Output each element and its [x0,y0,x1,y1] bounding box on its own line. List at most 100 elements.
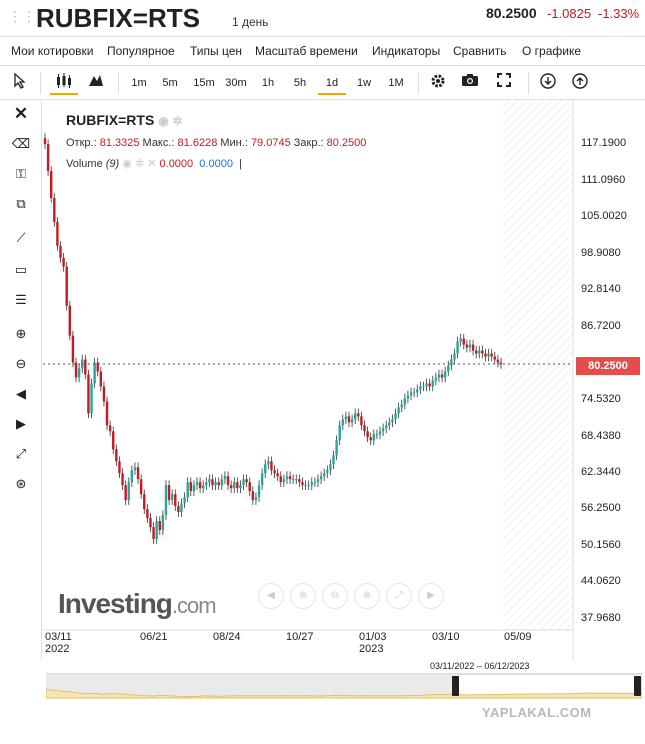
candle-body [285,476,289,480]
menu-about-chart[interactable]: О графике [522,44,581,58]
navigator[interactable] [45,670,643,702]
gear-icon[interactable] [428,73,448,95]
interval-5m[interactable]: 5m [158,73,182,95]
fibonacci-icon[interactable]: ☰ [10,290,32,310]
candlestick-type-icon[interactable] [50,73,78,95]
candle-body [462,338,465,345]
chart-menu-bar: Мои котировки Популярное Типы цен Масшта… [0,36,645,66]
interval-1M[interactable]: 1M [384,73,408,95]
candle-body [391,419,394,423]
candle-body [84,359,87,375]
candle-body [223,476,227,480]
interval-1w[interactable]: 1w [352,73,376,95]
zoom-in-icon[interactable]: ⊕ [290,583,316,609]
candle-body [357,413,360,417]
scroll-right-icon[interactable]: ▶ [10,414,32,434]
interval-15m[interactable]: 15m [190,73,218,95]
candle-body [366,431,369,438]
interval-30m[interactable]: 30m [222,73,250,95]
candle-body [264,464,267,474]
candle-body [372,434,376,441]
candle-body [487,353,490,357]
candle-body [456,341,459,354]
candle-body [347,416,351,423]
eye-icon[interactable]: ◉ [122,158,132,170]
scroll-right-icon[interactable]: ▶ [418,583,444,609]
candle-body [484,353,487,357]
candle-body [453,353,456,360]
chart-area[interactable] [43,100,645,660]
candle-body [422,386,425,388]
gear-icon[interactable]: ✲ [173,114,183,128]
candle-body [409,392,413,396]
menu-compare[interactable]: Сравнить [453,44,506,58]
candle-body [468,344,472,348]
zoom-in-icon[interactable]: ⊕ [10,324,32,344]
candle-body [270,461,273,471]
trendline-icon[interactable]: ⟋ [10,228,32,248]
interval-5h[interactable]: 5h [288,73,312,95]
candle-body [59,245,62,258]
zoom-to-fit-icon[interactable]: ⤢ [386,583,412,609]
camera-icon[interactable] [460,73,480,95]
scroll-left-icon[interactable]: ◀ [10,384,32,404]
candle-body [214,482,217,486]
candle-body [77,368,81,378]
cloud-upload-icon[interactable] [570,73,590,95]
interval-1m[interactable]: 1m [127,73,151,95]
candle-body [161,515,165,531]
zoom-out-icon[interactable]: ⊖ [10,354,32,374]
candle-body [394,413,397,420]
candle-body [369,437,372,441]
eye-icon[interactable]: ◉ [158,114,168,128]
candle-body [68,305,72,336]
chart-toolbar: 1m 5m 15m 30m 1h 5h 1d 1w 1M [0,66,645,100]
high-label: Макс.: [142,137,175,149]
close-icon[interactable]: ✕ [147,158,156,170]
delete-drawings-icon[interactable]: ⚿ [10,164,32,184]
interval-1h[interactable]: 1h [256,73,280,95]
candle-body [251,491,255,501]
candle-body [419,386,422,390]
interval-1d[interactable]: 1d [318,73,346,95]
drawing-toolbar: ✕ ⌫ ⚿ ⧉ ⟋ ▭ ☰ ⊕ ⊖ ◀ ▶ ⤢ ⊛ [0,100,42,660]
candle-body [236,482,239,489]
rectangle-icon[interactable]: ▭ [10,260,32,280]
area-type-icon[interactable] [86,73,106,95]
candle-body [183,497,186,504]
xaxis-tick: 10/27 [286,631,314,643]
reset-zoom-icon[interactable]: ⊛ [10,474,32,494]
zoom-to-fit-icon[interactable]: ⤢ [10,444,32,464]
scroll-left-icon[interactable]: ◀ [258,583,284,609]
candle-body [260,473,264,486]
candle-body [152,527,155,540]
navigator-handle-left[interactable] [452,676,459,696]
menu-my-quotes[interactable]: Мои котировки [11,44,94,58]
candle-body [177,506,180,513]
eraser-icon[interactable]: ⌫ [10,134,32,154]
cursor-icon[interactable] [10,72,30,95]
menu-indicators[interactable]: Индикаторы [372,44,440,58]
cloud-download-icon[interactable] [538,73,558,95]
zoom-out-icon[interactable]: ⊖ [322,583,348,609]
candle-body [385,425,388,429]
close-icon[interactable]: ✕ [10,104,32,124]
navigator-handle-right[interactable] [634,676,641,696]
yaxis-tick: 50.1560 [581,539,621,551]
drag-handle-icon[interactable]: ⋮⋮ [8,8,36,24]
candle-body [121,473,124,486]
menu-popular[interactable]: Популярное [107,44,175,58]
candle-body [245,479,248,483]
candle-body [43,138,47,145]
fullscreen-icon[interactable] [494,73,514,95]
copy-icon[interactable]: ⧉ [10,194,32,214]
quote-header: ⋮⋮ RUBFIX=RTS 1 день 80.2500 -1.0825 -1.… [0,0,645,34]
reset-zoom-icon[interactable]: ⊛ [354,583,380,609]
menu-price-types[interactable]: Типы цен [190,44,242,58]
price-chart[interactable] [43,100,645,660]
candle-body [242,479,245,486]
volume-label: Volume [66,158,103,170]
gear-icon[interactable]: ✲ [135,158,144,170]
menu-time-scale[interactable]: Масштаб времени [255,44,358,58]
candle-body [170,494,174,501]
